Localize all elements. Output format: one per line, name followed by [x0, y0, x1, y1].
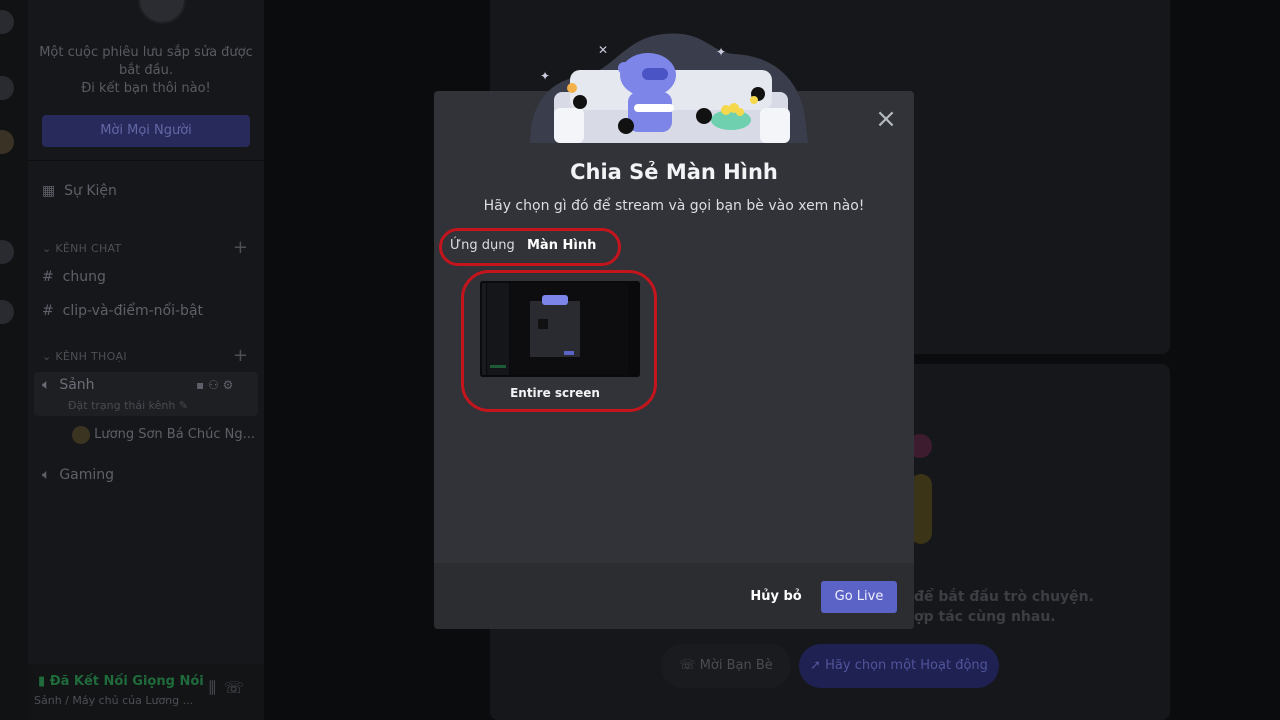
pencil-icon: ✎ — [178, 399, 189, 412]
channel-label: chung — [62, 269, 106, 285]
calendar-icon: ▦ — [42, 183, 56, 199]
voice-connected-status: ▮ Đã Kết Nối Giọng Nói — [38, 674, 204, 689]
category-label: KÊNH THOẠI — [55, 350, 127, 363]
go-live-button[interactable]: Go Live — [821, 581, 897, 613]
button-label: Hãy chọn một Hoạt động — [825, 658, 988, 673]
disconnect-icon[interactable]: ☏ — [224, 678, 252, 697]
server-icon[interactable] — [0, 76, 14, 100]
server-icon[interactable] — [0, 240, 14, 264]
server-rail — [0, 0, 28, 720]
invite-prompt: Một cuộc phiêu lưu sắp sửa được bắt đầu.… — [28, 44, 264, 98]
gear-icon[interactable]: ⚙ — [223, 378, 234, 392]
invite-prompt-line: Một cuộc phiêu lưu sắp sửa được — [39, 45, 253, 60]
invite-people-button[interactable]: Mời Mọi Người — [42, 115, 250, 147]
channel-label: Gaming — [59, 467, 115, 483]
activity-hint: để bắt đầu trò chuyện. — [914, 589, 1094, 605]
svg-text:✦: ✦ — [716, 45, 726, 59]
close-icon[interactable]: × — [874, 106, 898, 132]
annotation-highlight-tabs — [439, 228, 621, 266]
hashtag-icon: # — [42, 269, 54, 285]
voice-connected-channel[interactable]: Sảnh / Máy chủ của Lương ... — [34, 694, 193, 707]
voice-connected-label: Đã Kết Nối Giọng Nói — [49, 674, 204, 689]
sidebar-item-events[interactable]: ▦ Sự Kiện — [42, 179, 117, 203]
wumpus-couch-illustration: ✦ ✕ ✦ — [530, 33, 808, 143]
status-text: Đặt trạng thái kênh — [68, 399, 176, 412]
add-channel-icon[interactable]: + — [233, 345, 248, 366]
voice-connection-panel: ▮ Đã Kết Nối Giọng Nói Sảnh / Máy chủ củ… — [28, 664, 264, 720]
hashtag-icon: # — [42, 303, 54, 319]
channel-item[interactable]: # clip-và-điểm-nổi-bật — [42, 299, 203, 323]
svg-text:✦: ✦ — [540, 69, 550, 83]
text-channels-category[interactable]: ⌄ KÊNH CHAT — [42, 242, 122, 255]
category-label: KÊNH CHAT — [55, 242, 122, 255]
modal-subtitle: Hãy chọn gì đó để stream và gọi bạn bè v… — [483, 198, 865, 214]
choose-activity-button[interactable]: ➚ Hãy chọn một Hoạt động — [799, 644, 999, 688]
add-user-icon: ☏ — [679, 658, 696, 673]
chat-icon[interactable]: ▪ — [196, 378, 204, 392]
invite-prompt-line: bắt đầu. — [118, 63, 174, 78]
signal-icon: ▮ — [38, 674, 46, 689]
voice-channels-category[interactable]: ⌄ KÊNH THOẠI — [42, 350, 127, 363]
channel-label: clip-và-điểm-nổi-bật — [62, 303, 204, 319]
invite-friends-button[interactable]: ☏ Mời Bạn Bè — [661, 644, 791, 688]
annotation-highlight-source — [461, 270, 657, 412]
voice-channel-actions: ▪ ⚇ ⚙ — [196, 373, 233, 397]
svg-text:✕: ✕ — [598, 43, 608, 57]
avatar — [72, 425, 90, 444]
modal-title: Chia Sẻ Màn Hình — [570, 160, 778, 184]
voice-member[interactable]: Lương Sơn Bá Chúc Ng... — [72, 423, 255, 447]
add-channel-icon[interactable]: + — [233, 237, 248, 258]
channel-sidebar: Một cuộc phiêu lưu sắp sửa được bắt đầu.… — [28, 0, 264, 720]
server-icon[interactable] — [0, 10, 14, 34]
noise-suppression-icon[interactable]: ⫼ — [209, 678, 224, 697]
button-label: Mời Bạn Bè — [699, 658, 773, 673]
speaker-icon: 🔈︎ — [42, 467, 51, 483]
activity-hint: ợp tác cùng nhau. — [914, 609, 1056, 625]
rocket-icon: ➚ — [810, 658, 821, 673]
chevron-down-icon: ⌄ — [42, 242, 52, 255]
invite-icon[interactable]: ⚇ — [208, 378, 219, 392]
server-banner-avatar — [138, 0, 186, 24]
member-name: Lương Sơn Bá Chúc Ng... — [94, 427, 256, 442]
invite-prompt-line: Đi kết bạn thôi nào! — [81, 81, 211, 96]
voice-channel-item[interactable]: 🔈︎ Gaming — [42, 463, 114, 487]
server-icon[interactable] — [0, 300, 14, 324]
chevron-down-icon: ⌄ — [42, 350, 52, 363]
channel-label: Sảnh — [59, 377, 95, 393]
cancel-button[interactable]: Hủy bỏ — [744, 586, 808, 608]
voice-controls: ⫼☏ — [209, 678, 252, 698]
speaker-icon: 🔈︎ — [42, 377, 51, 393]
channel-item[interactable]: # chung — [42, 265, 106, 289]
voice-channel-status[interactable]: Đặt trạng thái kênh ✎ — [68, 394, 188, 418]
divider — [28, 160, 264, 161]
server-icon[interactable] — [0, 130, 14, 154]
sidebar-item-label: Sự Kiện — [64, 183, 117, 199]
